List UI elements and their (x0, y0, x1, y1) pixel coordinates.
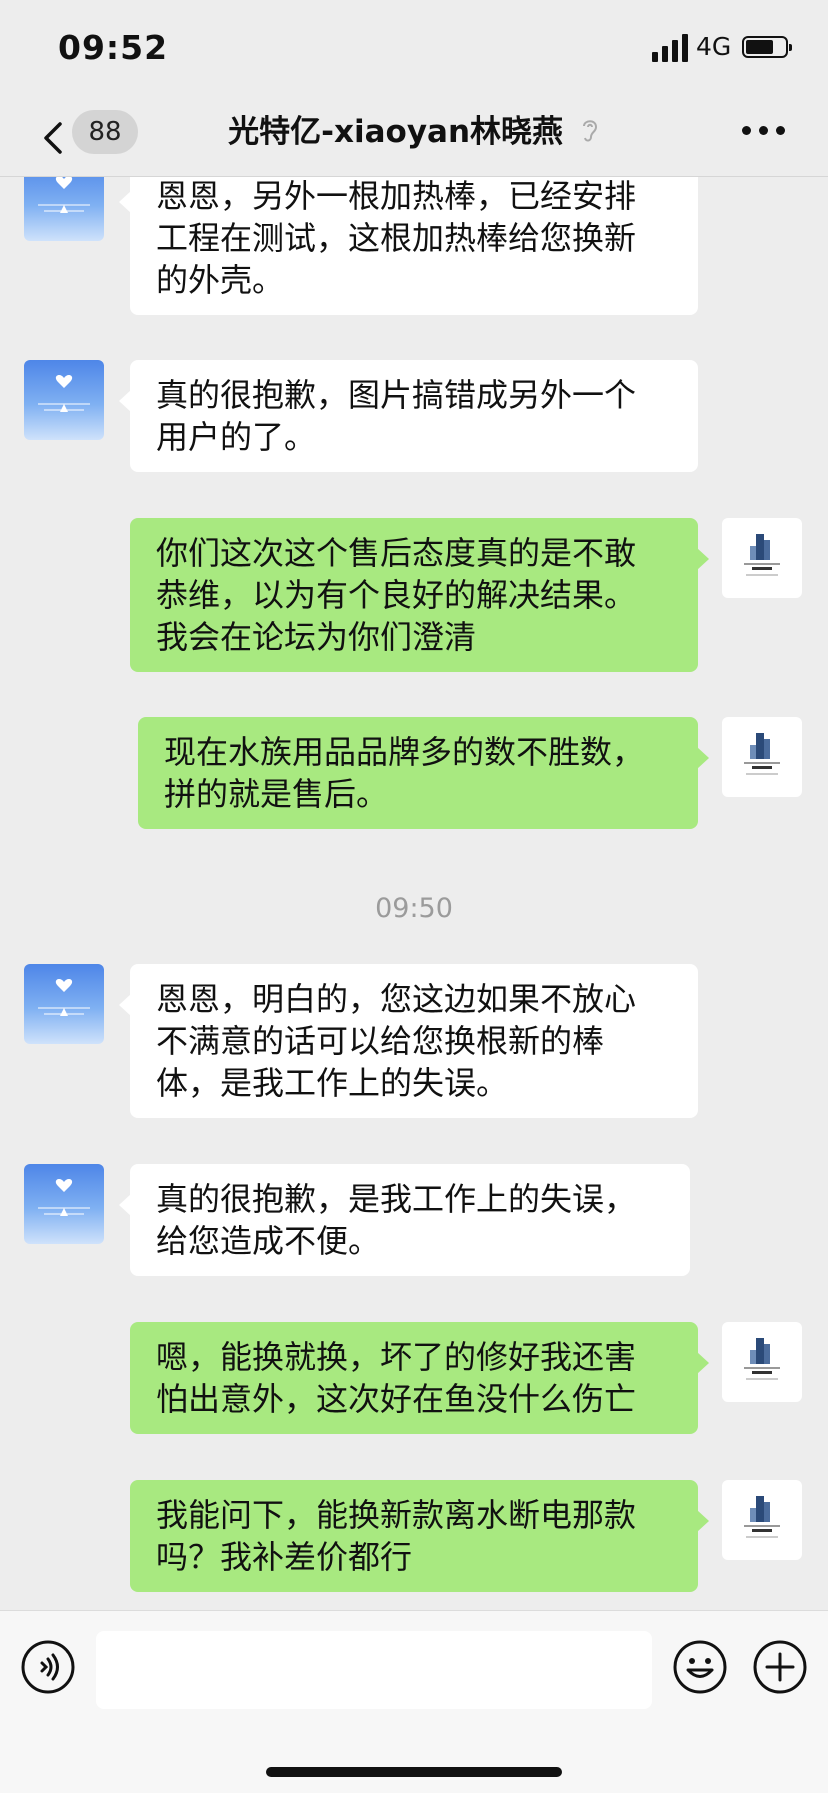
message-line: 的外壳。 (156, 261, 285, 299)
contact-avatar[interactable] (24, 964, 104, 1044)
cellular-signal-icon (652, 34, 690, 62)
ear-icon (580, 112, 600, 156)
contact-avatar[interactable] (24, 360, 104, 440)
my-avatar[interactable] (722, 1480, 802, 1560)
contact-avatar[interactable] (24, 1164, 104, 1244)
contact-avatar[interactable] (24, 177, 104, 241)
message-line: 真的很抱歉，图片搞错成另外一个 (156, 376, 637, 414)
message-line: 工程在测试，这根加热棒给您换新 (156, 219, 637, 257)
message-bubble[interactable]: 嗯，能换就换，坏了的修好我还害 怕出意外，这次好在鱼没什么伤亡 (130, 1322, 709, 1434)
network-type: 4G (696, 32, 732, 61)
message-line: 真的很抱歉，是我工作上的失误， (156, 1180, 637, 1218)
message-bubble[interactable]: 真的很抱歉，图片搞错成另外一个 用户的了。 (119, 360, 698, 472)
chat-header: 88 光特亿-xiaoyan林晓燕 (0, 100, 828, 177)
status-bar: 09:52 4G (0, 0, 828, 100)
message-line: 拼的就是售后。 (164, 775, 389, 813)
message-bubble[interactable]: 恩恩，明白的，您这边如果不放心 不满意的话可以给您换根新的棒 体，是我工作上的失… (119, 964, 698, 1118)
time-divider: 09:50 (375, 893, 453, 924)
message-line: 恩恩，另外一根加热棒，已经安排 (156, 177, 637, 215)
message-line: 我会在论坛为你们澄清 (156, 618, 477, 656)
message-line: 不满意的话可以给您换根新的棒 (156, 1022, 605, 1060)
message-bubble[interactable]: 恩恩，另外一根加热棒，已经安排 工程在测试，这根加热棒给您换新 的外壳。 (119, 177, 698, 315)
chat-title-text: 光特亿-xiaoyan林晓燕 (228, 114, 564, 150)
message-input[interactable] (96, 1631, 652, 1709)
battery-level (746, 40, 773, 54)
message-line: 恩恩，明白的，您这边如果不放心 (156, 980, 637, 1018)
my-avatar[interactable] (722, 717, 802, 797)
unread-count-badge[interactable]: 88 (72, 110, 138, 154)
message-line: 怕出意外，这次好在鱼没什么伤亡 (156, 1380, 637, 1418)
plus-icon[interactable] (752, 1639, 808, 1695)
message-bubble[interactable]: 真的很抱歉，是我工作上的失误， 给您造成不便。 (119, 1164, 690, 1276)
message-line: 我能问下，能换新款离水断电那款 (156, 1496, 637, 1534)
voice-icon[interactable] (20, 1639, 76, 1695)
my-avatar[interactable] (722, 518, 802, 598)
message-bubble[interactable]: 你们这次这个售后态度真的是不敢 恭维，以为有个良好的解决结果。 我会在论坛为你们… (130, 518, 709, 672)
my-avatar[interactable] (722, 1322, 802, 1402)
message-line: 嗯，能换就换，坏了的修好我还害 (156, 1338, 637, 1376)
emoji-icon[interactable] (672, 1639, 728, 1695)
more-dots-icon[interactable] (742, 126, 786, 138)
home-indicator[interactable] (266, 1767, 562, 1777)
message-line: 体，是我工作上的失误。 (156, 1064, 509, 1102)
composer-bar (0, 1610, 828, 1793)
message-line: 给您造成不便。 (156, 1222, 381, 1260)
message-line: 恭维，以为有个良好的解决结果。 (156, 576, 637, 614)
message-line: 用户的了。 (156, 418, 317, 456)
message-bubble[interactable]: 现在水族用品品牌多的数不胜数， 拼的就是售后。 (138, 717, 709, 829)
message-line: 吗？我补差价都行 (156, 1538, 413, 1576)
message-bubble[interactable]: 我能问下，能换新款离水断电那款 吗？我补差价都行 (130, 1480, 709, 1592)
chat-title: 光特亿-xiaoyan林晓燕 (150, 110, 678, 156)
battery-icon (742, 36, 792, 58)
message-list: 恩恩，另外一根加热棒，已经安排 工程在测试，这根加热棒给您换新 的外壳。 真的很… (0, 177, 828, 1610)
message-line: 你们这次这个售后态度真的是不敢 (156, 534, 637, 572)
status-time: 09:52 (58, 28, 169, 67)
message-line: 现在水族用品品牌多的数不胜数， (164, 733, 645, 771)
back-chevron-icon[interactable] (36, 118, 72, 158)
